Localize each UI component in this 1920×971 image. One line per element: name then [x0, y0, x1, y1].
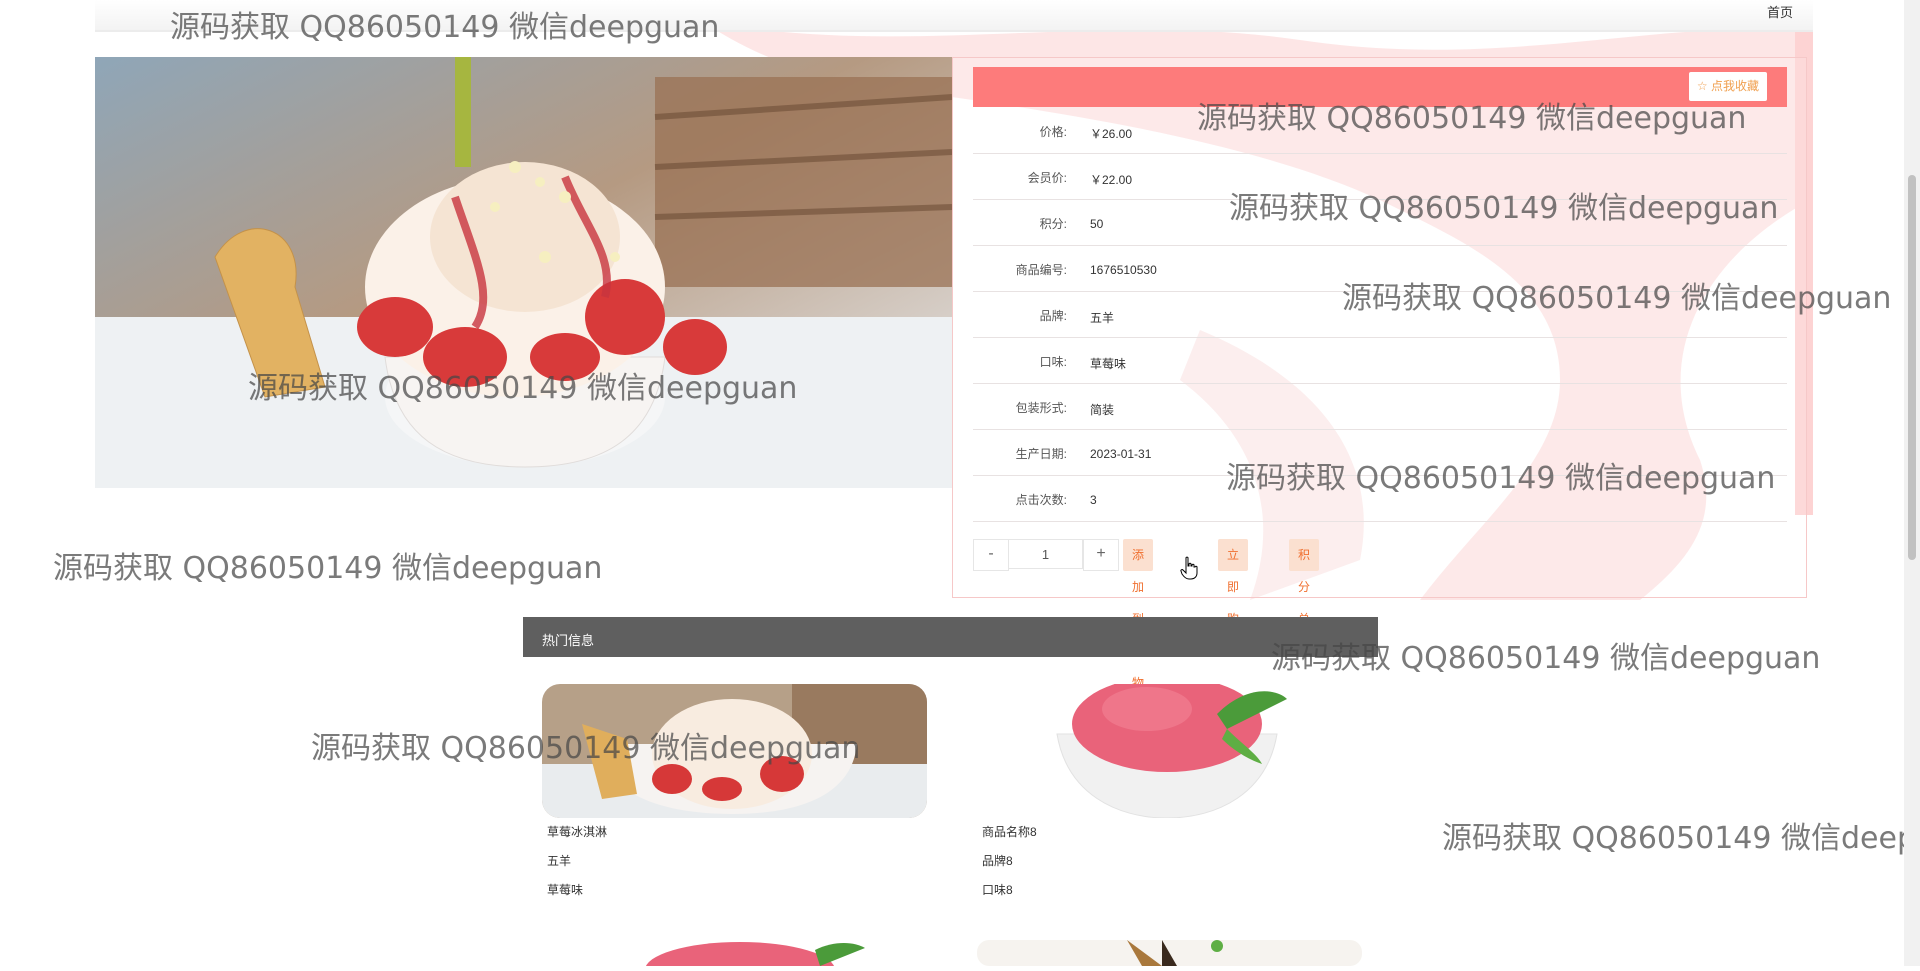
- quantity-decrement-button[interactable]: -: [973, 539, 1009, 571]
- quantity-input[interactable]: [1008, 539, 1083, 569]
- hot-item-flavor: 草莓味: [547, 883, 584, 897]
- flavor-label: 口味:: [1039, 355, 1067, 369]
- hot-item-card[interactable]: [977, 940, 1362, 971]
- click-count-label: 点击次数:: [1015, 493, 1067, 507]
- brand-value: 五羊: [1090, 311, 1115, 325]
- click-count-value: 3: [1090, 493, 1097, 507]
- product-details-panel: ☆ 点我收藏 价格: ￥26.00 会员价: ￥22.00 积分: 50 商品编…: [952, 57, 1807, 722]
- hot-item-image[interactable]: [977, 684, 1362, 818]
- home-link[interactable]: 首页: [1767, 2, 1793, 21]
- scrollbar-thumb[interactable]: [1908, 175, 1916, 560]
- row-member-price: 会员价: ￥22.00: [973, 153, 1787, 200]
- row-points: 积分: 50: [973, 199, 1787, 246]
- row-brand: 品牌: 五羊: [973, 291, 1787, 338]
- hot-info-title: 热门信息: [542, 633, 595, 648]
- price-value: ￥26.00: [1090, 127, 1133, 141]
- product-main-image: [95, 57, 952, 488]
- packaging-value: 简装: [1090, 403, 1115, 417]
- row-production-date: 生产日期: 2023-01-31: [973, 429, 1787, 476]
- hand-cursor-icon: [1180, 556, 1198, 580]
- points-value: 50: [1090, 217, 1104, 231]
- member-price-value: ￥22.00: [1090, 173, 1133, 187]
- member-price-label: 会员价:: [1027, 171, 1067, 185]
- product-id-value: 1676510530: [1090, 263, 1157, 277]
- row-flavor: 口味: 草莓味: [973, 337, 1787, 384]
- hot-item-brand: 品牌8: [982, 854, 1013, 868]
- top-nav-bar: 首页: [95, 0, 1813, 32]
- row-product-id: 商品编号: 1676510530: [973, 245, 1787, 292]
- vertical-scrollbar[interactable]: [1904, 0, 1920, 966]
- hot-item-image[interactable]: [977, 940, 1362, 966]
- production-date-value: 2023-01-31: [1090, 447, 1152, 461]
- buy-now-button[interactable]: 立即购买: [1218, 539, 1249, 658]
- product-id-label: 商品编号:: [1015, 263, 1067, 277]
- hot-item-image[interactable]: [565, 940, 925, 971]
- hot-info-header: 热门信息: [523, 617, 1378, 657]
- hot-item-card[interactable]: [565, 940, 925, 971]
- production-date-label: 生产日期:: [1015, 447, 1067, 461]
- price-label: 价格:: [1039, 125, 1067, 139]
- row-packaging: 包装形式: 简装: [973, 383, 1787, 430]
- hot-item-card[interactable]: 草莓冰淇淋 五羊 草莓味: [542, 684, 927, 905]
- details-header-bar: ☆ 点我收藏: [973, 67, 1787, 107]
- hot-item-brand: 五羊: [547, 854, 572, 868]
- quantity-increment-button[interactable]: +: [1083, 539, 1119, 571]
- hot-item-name: 草莓冰淇淋: [547, 825, 608, 839]
- flavor-value: 草莓味: [1090, 357, 1127, 371]
- favorite-button[interactable]: ☆ 点我收藏: [1688, 72, 1767, 101]
- hot-item-card[interactable]: 商品名称8 品牌8 口味8: [977, 684, 1362, 905]
- points-exchange-button[interactable]: 积分兑换: [1289, 539, 1320, 658]
- row-click-count: 点击次数: 3: [973, 475, 1787, 522]
- hot-item-image[interactable]: [542, 684, 927, 818]
- hot-item-flavor: 口味8: [982, 883, 1013, 897]
- add-to-cart-button[interactable]: 添加到购物车: [1123, 539, 1154, 722]
- hot-item-name: 商品名称8: [982, 825, 1037, 839]
- packaging-label: 包装形式:: [1015, 401, 1067, 415]
- brand-label: 品牌:: [1039, 309, 1067, 323]
- points-label: 积分:: [1039, 217, 1067, 231]
- row-price: 价格: ￥26.00: [973, 107, 1787, 154]
